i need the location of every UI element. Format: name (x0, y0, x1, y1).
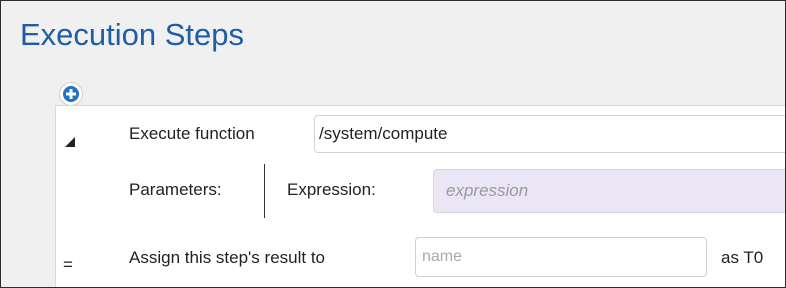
execution-steps-panel: Execution Steps Execute function Paramet… (0, 0, 786, 288)
parameters-label: Parameters: (129, 180, 222, 199)
expression-label: Expression: (287, 180, 376, 199)
plus-icon (63, 86, 79, 102)
add-step-button[interactable] (59, 82, 83, 106)
function-path-input[interactable] (314, 115, 785, 153)
section-title: Execution Steps (20, 17, 245, 52)
triangle-collapse-icon[interactable] (65, 137, 75, 147)
assign-result-label: Assign this step's result to (129, 248, 325, 267)
parameters-divider (264, 164, 265, 218)
assign-equals-icon: = (63, 255, 73, 274)
result-name-input[interactable] (415, 237, 707, 277)
execute-function-label: Execute function (129, 124, 255, 143)
expression-input[interactable] (433, 169, 785, 213)
as-variable-label: as T0 (721, 248, 764, 267)
